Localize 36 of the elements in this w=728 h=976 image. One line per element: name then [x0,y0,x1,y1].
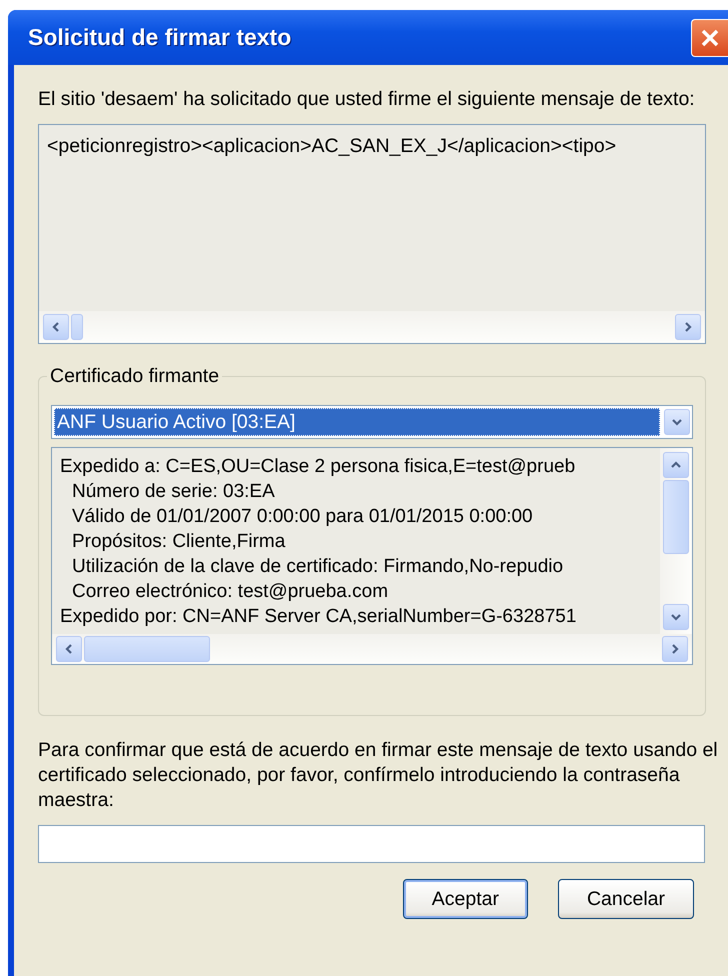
dialog-button[interactable]: Aceptar [402,879,528,919]
horizontal-scrollbar[interactable] [52,634,692,664]
dropdown-button[interactable] [664,409,690,435]
vertical-scrollbar[interactable] [660,448,692,634]
scroll-right-button[interactable] [675,314,701,340]
detail-line: Válido de 01/01/2007 0:00:00 para 01/01/2015 0:00:00 [71,505,534,529]
close-button[interactable] [691,18,728,56]
scroll-right-button[interactable] [662,636,688,662]
detail-line: Expedido por: CN=ANF Server CA,serialNumber=G-6328751 [60,605,578,629]
scroll-thumb[interactable] [71,314,83,340]
prompt-text: Para confirmar que está de acuerdo en firmar este mensaje de texto usando el certificado seleccionado, por favor, confírmelo introduciendo la contraseña maestra: [38,738,718,813]
detail-line: Número de serie: 03:EA [71,480,276,504]
window-title: Solicitud de firmar texto [28,24,292,51]
intro-text: El sitio 'desaem' ha solicitado que usted firme el siguiente mensaje de texto: [38,87,696,112]
scroll-left-button[interactable] [56,636,82,662]
scroll-thumb[interactable] [663,480,689,554]
password-field[interactable] [38,825,705,863]
dialog-button[interactable]: Cancelar [558,879,694,919]
scroll-up-button[interactable] [663,452,689,478]
horizontal-scrollbar[interactable] [39,311,705,343]
detail-line: Expedido a: C=ES,OU=Clase 2 persona fisica,E=test@prueb [60,455,576,479]
chevron-down-icon [672,417,682,427]
scroll-left-button[interactable] [43,314,69,340]
detail-line: Correo electrónico: test@prueba.com [71,580,390,604]
chevron-right-icon [670,644,680,654]
scroll-down-button[interactable] [663,604,689,630]
scroll-thumb[interactable] [84,636,210,662]
certificate-dropdown[interactable]: ANF Usuario Activo [03:EA] [51,405,693,439]
chevron-left-icon [64,644,74,654]
message-text: <peticionregistro><aplicacion>AC_SAN_EX_J</aplicacion><tipo> [46,134,618,159]
chevron-up-icon [671,460,681,470]
detail-line: Utilización de la clave de certificado: Firmando,No-repudio [71,555,564,579]
chevron-down-icon [671,612,681,622]
chevron-left-icon [51,322,61,332]
detail-line: Propósitos: Cliente,Firma [71,530,286,554]
chevron-right-icon [683,322,693,332]
